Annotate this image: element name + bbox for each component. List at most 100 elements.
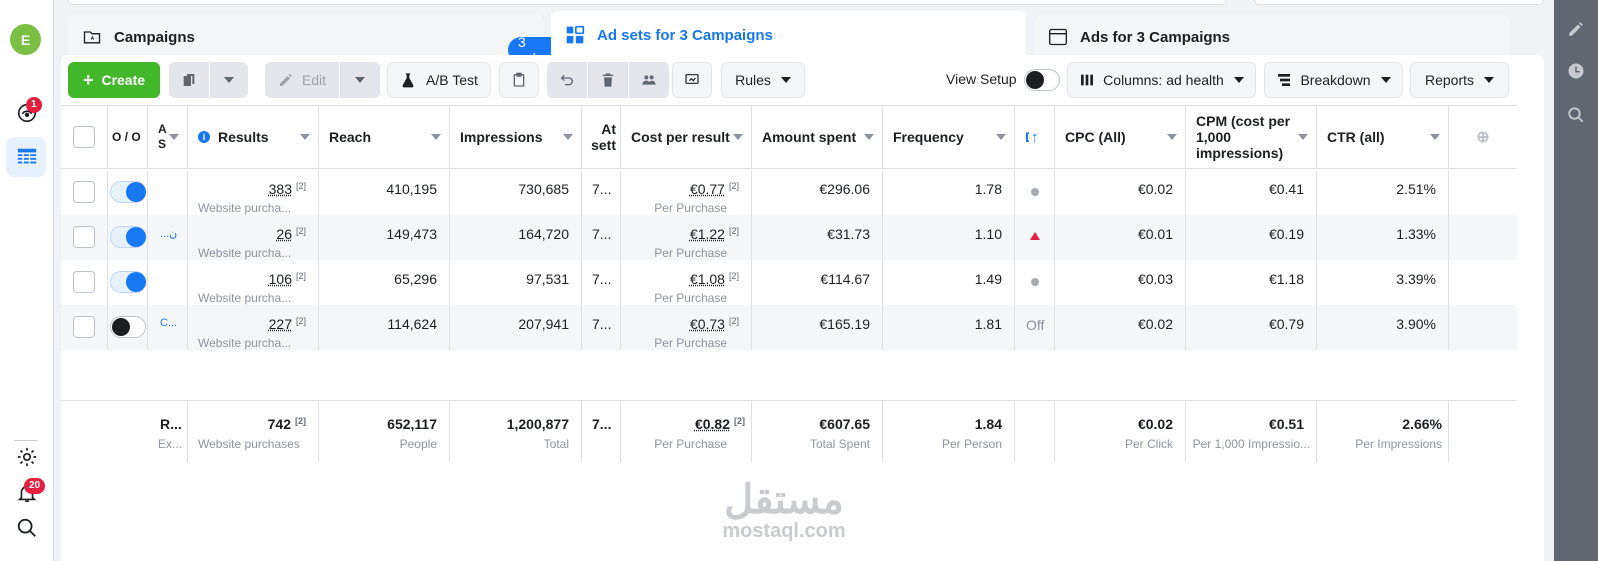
- clipboard-button[interactable]: [499, 62, 539, 98]
- results-value: 227 [2]: [269, 316, 306, 332]
- column-header-delivery[interactable]: D↑: [1015, 106, 1055, 168]
- column-header-cpm[interactable]: CPM (cost per 1,000 impressions): [1186, 106, 1317, 168]
- flask-icon: [402, 73, 414, 88]
- column-header-results[interactable]: i Results: [188, 106, 319, 168]
- cpc-cell: €0.02: [1055, 170, 1186, 215]
- watermark: مستقل mostaql.com: [709, 480, 859, 542]
- campaigns-table-icon[interactable]: [14, 144, 40, 170]
- info-icon[interactable]: i: [198, 131, 210, 143]
- duplicate-button[interactable]: [169, 62, 209, 98]
- column-header-amount-spent[interactable]: Amount spent: [752, 106, 883, 168]
- table-row[interactable]: C... 227 [2] Website purcha... 114,624 207,94…: [61, 305, 1517, 350]
- sort-icon: [864, 134, 874, 140]
- edit-button[interactable]: Edit: [265, 62, 339, 98]
- table-header: O / O A S i Results Reach Impressions At…: [61, 105, 1517, 169]
- totals-cpc-sub: Per Click: [1124, 437, 1173, 451]
- column-header-cpc[interactable]: CPC (All): [1055, 106, 1186, 168]
- column-header-attribution[interactable]: At sett: [582, 106, 621, 168]
- table-row[interactable]: 383 [2] Website purcha... 410,195 730,685 7..…: [61, 170, 1517, 215]
- adset-toggle[interactable]: [110, 181, 146, 203]
- search-icon[interactable]: [14, 515, 40, 541]
- tab-campaigns[interactable]: Campaigns 3 selected ✕: [68, 15, 603, 66]
- avatar[interactable]: E: [10, 24, 41, 55]
- column-header-cpc-label: CPC (All): [1065, 129, 1126, 145]
- reach-cell: 114,624: [319, 305, 450, 350]
- totals-spacer: [61, 401, 148, 462]
- tab-ad-sets[interactable]: Ad sets for 3 Campaigns: [551, 11, 1026, 59]
- table-row[interactable]: ...ن 26 [2] Website purcha... 149,473 164,720…: [61, 215, 1517, 260]
- ctr-value: 2.51%: [1396, 181, 1436, 197]
- impressions-value: 207,941: [518, 316, 569, 332]
- totals-spent-cell: €607.65 Total Spent: [752, 401, 883, 462]
- adset-toggle[interactable]: [110, 316, 146, 338]
- add-column-icon[interactable]: ⊕: [1449, 106, 1517, 168]
- undo-button[interactable]: [547, 62, 587, 98]
- row-checkbox[interactable]: [73, 181, 95, 203]
- columns-icon: [1081, 74, 1094, 86]
- row-checkbox[interactable]: [73, 316, 95, 338]
- row-checkbox[interactable]: [73, 226, 95, 248]
- totals-reach: 652,117: [387, 416, 437, 432]
- reach-cell: 65,296: [319, 260, 450, 305]
- cost-per-result-number[interactable]: €0.73: [690, 316, 725, 332]
- cpc-value: €0.03: [1137, 271, 1173, 287]
- adset-name-cell: C...: [148, 305, 188, 350]
- column-header-adset[interactable]: A S: [148, 106, 188, 168]
- cost-per-result-sub: Per Purchase: [654, 201, 727, 215]
- inspect-icon[interactable]: [1567, 106, 1585, 124]
- column-header-frequency[interactable]: Frequency: [883, 106, 1015, 168]
- gear-icon[interactable]: [14, 444, 40, 470]
- toggle-knob: [126, 272, 146, 292]
- row-checkbox[interactable]: [73, 271, 95, 293]
- tab-ads[interactable]: Ads for 3 Campaigns: [1034, 15, 1509, 59]
- status-dot-icon: [1031, 278, 1039, 286]
- reports-button[interactable]: Reports: [1410, 62, 1509, 98]
- amount-spent-value: €31.73: [827, 226, 870, 242]
- cost-per-result-number[interactable]: €1.22: [690, 226, 725, 242]
- column-header-reach[interactable]: Reach: [319, 106, 450, 168]
- adset-name-link[interactable]: ...ن: [160, 227, 177, 240]
- spacer-cell: [1449, 260, 1517, 305]
- sort-icon: [996, 134, 1006, 140]
- reach-cell: 410,195: [319, 170, 450, 215]
- audience-button[interactable]: [629, 62, 669, 98]
- results-number[interactable]: 26: [276, 226, 292, 242]
- delete-button[interactable]: [588, 62, 628, 98]
- totals-ctr: 2.66%: [1402, 416, 1442, 432]
- results-number[interactable]: 383: [269, 181, 292, 197]
- history-icon[interactable]: [1567, 62, 1585, 80]
- column-header-ctr[interactable]: CTR (all): [1317, 106, 1449, 168]
- column-header-impressions-label: Impressions: [460, 129, 543, 145]
- tab-ads-label: Ads for 3 Campaigns: [1080, 28, 1231, 46]
- ab-test-button[interactable]: A/B Test: [387, 62, 491, 98]
- rules-button[interactable]: Rules: [721, 62, 805, 98]
- preview-button[interactable]: [672, 62, 712, 98]
- results-number[interactable]: 227: [269, 316, 292, 332]
- table-row[interactable]: 106 [2] Website purcha... 65,296 97,531 7... €…: [61, 260, 1517, 305]
- create-button[interactable]: + Create: [68, 62, 160, 98]
- column-header-onoff[interactable]: O / O: [108, 106, 148, 168]
- pencil-icon[interactable]: [1567, 20, 1585, 38]
- select-all-checkbox[interactable]: [73, 126, 95, 148]
- impressions-cell: 730,685: [450, 170, 582, 215]
- edit-dropdown[interactable]: [340, 62, 380, 98]
- breakdown-button[interactable]: Breakdown: [1264, 62, 1403, 98]
- adset-name-link[interactable]: C...: [160, 317, 177, 329]
- view-setup-toggle[interactable]: [1024, 69, 1060, 91]
- chevron-down-icon: [1380, 77, 1391, 83]
- columns-button[interactable]: Columns: ad health: [1067, 62, 1256, 98]
- cost-per-result-number[interactable]: €1.08: [690, 271, 725, 287]
- results-cell: 383 [2] Website purcha...: [188, 170, 319, 215]
- duplicate-dropdown[interactable]: [210, 62, 248, 98]
- sort-icon: [733, 134, 743, 140]
- cost-per-result-value: €1.22 [2]: [690, 226, 739, 242]
- cost-per-result-number[interactable]: €0.77: [690, 181, 725, 197]
- column-header-cost-per-result[interactable]: Cost per result: [621, 106, 752, 168]
- frequency-cell: 1.49: [883, 260, 1015, 305]
- status-dot-icon: [1031, 188, 1039, 196]
- pencil-icon: [279, 74, 292, 86]
- adset-toggle[interactable]: [110, 226, 146, 248]
- column-header-impressions[interactable]: Impressions: [450, 106, 582, 168]
- adset-toggle[interactable]: [110, 271, 146, 293]
- results-number[interactable]: 106: [269, 271, 292, 287]
